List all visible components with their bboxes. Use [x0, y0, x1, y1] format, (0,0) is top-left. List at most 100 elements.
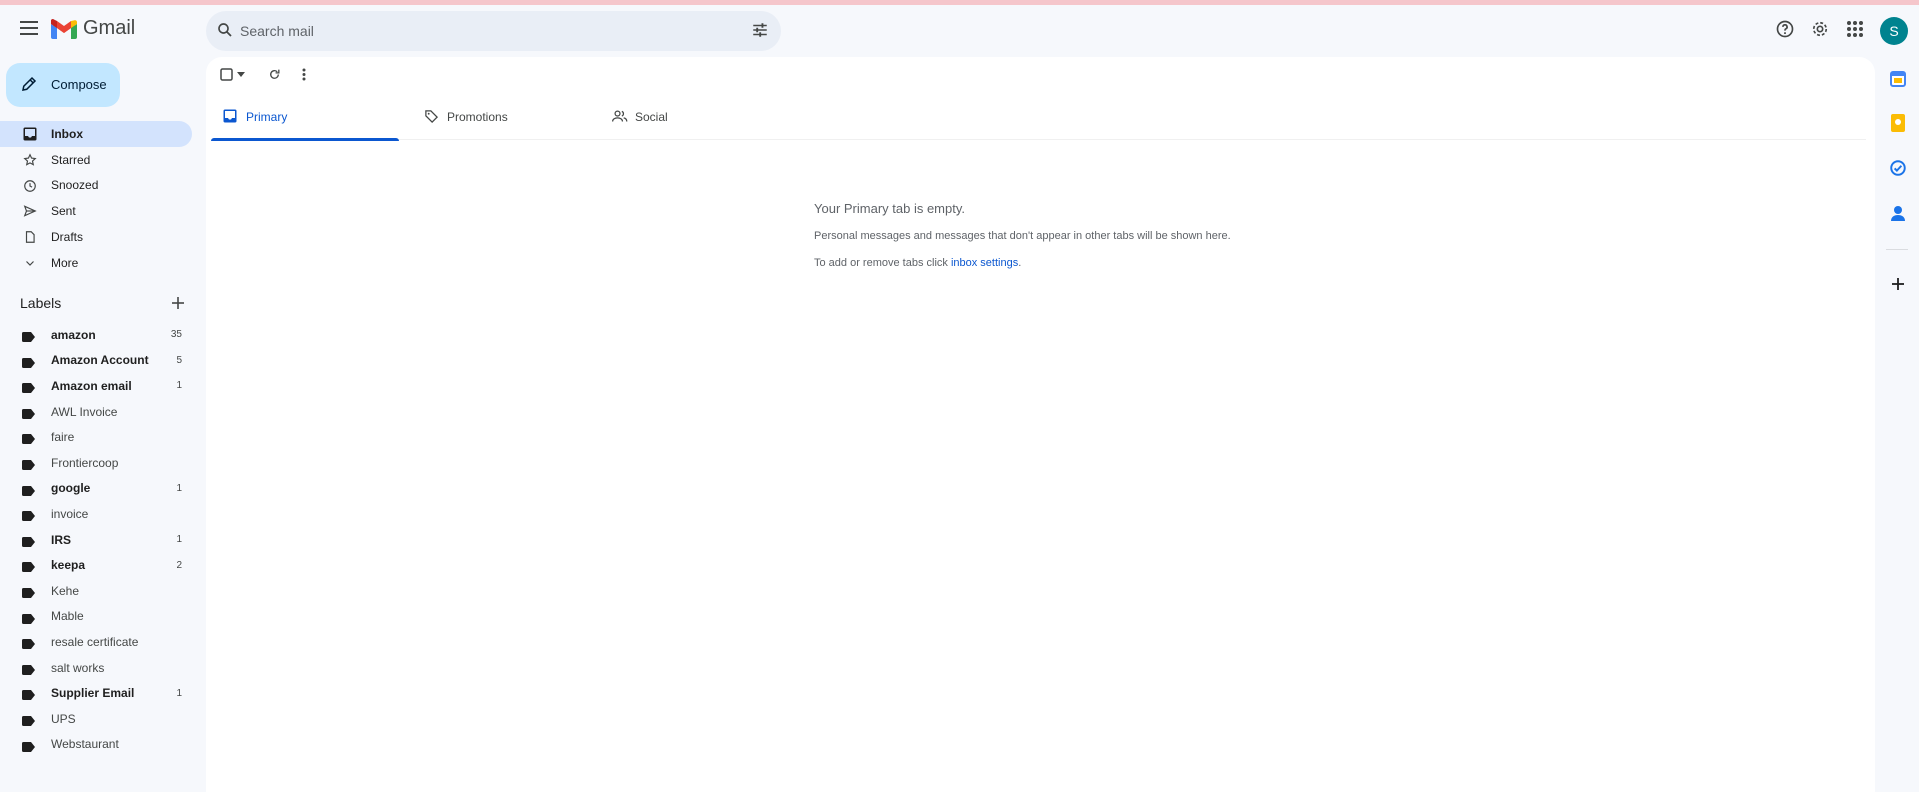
label-name: Amazon Account	[51, 353, 149, 368]
nav-item-drafts[interactable]: Drafts	[0, 224, 192, 250]
empty-state: Your Primary tab is empty. Personal mess…	[814, 201, 1414, 269]
nav-item-label: Inbox	[51, 126, 83, 141]
label-name: Frontiercoop	[51, 455, 119, 470]
nav-item-starred[interactable]: Starred	[0, 147, 192, 173]
gmail-logo[interactable]: Gmail	[51, 17, 135, 40]
draft-icon	[22, 229, 38, 245]
tasks-icon[interactable]	[1888, 158, 1908, 178]
account-avatar[interactable]: S	[1880, 17, 1908, 45]
rail-divider	[1886, 249, 1908, 250]
nav-item-more[interactable]: More	[0, 250, 192, 276]
add-addon-icon[interactable]	[1888, 274, 1908, 294]
nav-item-label: Sent	[51, 204, 76, 219]
label-tag-icon	[22, 483, 35, 499]
label-item[interactable]: Supplier Email 1	[0, 680, 192, 706]
label-item[interactable]: salt works	[0, 655, 192, 681]
empty-state-hint: To add or remove tabs click inbox settin…	[814, 257, 1414, 269]
label-name: IRS	[51, 532, 72, 547]
contacts-icon[interactable]	[1888, 203, 1908, 223]
label-item[interactable]: Mable	[0, 604, 192, 630]
label-tag-icon	[22, 431, 35, 447]
apps-grid-icon[interactable]	[1843, 17, 1867, 41]
chevron-down-icon	[22, 255, 38, 271]
select-all-checkbox[interactable]	[220, 68, 233, 81]
mailbox-nav: Inbox Starred Snoozed Sent Drafts More	[0, 121, 192, 276]
hamburger-menu-icon	[20, 21, 38, 35]
tab-label: Promotions	[447, 110, 508, 124]
tab-label: Social	[635, 110, 668, 124]
label-name: AWL Invoice	[51, 404, 118, 419]
nav-item-sent[interactable]: Sent	[0, 198, 192, 224]
tab-promotions[interactable]: Promotions	[412, 95, 600, 140]
label-item[interactable]: google 1	[0, 476, 192, 502]
label-tag-icon	[22, 559, 35, 575]
label-unread-count: 2	[176, 559, 182, 571]
label-item[interactable]: invoice	[0, 501, 192, 527]
label-tag-icon	[22, 457, 35, 473]
label-tag-icon	[22, 585, 35, 601]
mail-toolbar	[206, 57, 406, 93]
label-tag-icon	[22, 636, 35, 652]
label-item[interactable]: UPS	[0, 706, 192, 732]
tab-social[interactable]: Social	[600, 95, 788, 140]
tab-primary[interactable]: Primary	[211, 95, 399, 141]
settings-gear-icon[interactable]	[1808, 17, 1832, 41]
keep-icon[interactable]	[1888, 113, 1908, 133]
label-tag-icon	[22, 739, 35, 755]
nav-item-snoozed[interactable]: Snoozed	[0, 173, 192, 199]
label-tag-icon	[22, 611, 35, 627]
clock-icon	[22, 178, 38, 194]
star-icon	[22, 152, 38, 168]
gmail-m-icon	[51, 18, 77, 39]
label-item[interactable]: IRS 1	[0, 527, 192, 553]
main-menu-button[interactable]	[14, 13, 44, 43]
label-item[interactable]: AWL Invoice	[0, 399, 192, 425]
search-icon[interactable]	[216, 21, 234, 42]
label-tag-icon	[22, 534, 35, 550]
label-item[interactable]: Amazon Account 5	[0, 348, 192, 374]
label-name: salt works	[51, 660, 105, 675]
label-item[interactable]: Webstaurant	[0, 732, 192, 758]
calendar-icon[interactable]	[1888, 69, 1908, 89]
label-unread-count: 1	[176, 380, 182, 392]
label-item[interactable]: keepa 2	[0, 552, 192, 578]
label-tag-icon	[22, 508, 35, 524]
nav-item-label: More	[51, 255, 79, 270]
label-tag-icon	[22, 662, 35, 678]
label-unread-count: 1	[176, 482, 182, 494]
refresh-icon[interactable]	[268, 68, 281, 81]
search-bar	[206, 11, 781, 51]
label-item[interactable]: Amazon email 1	[0, 373, 192, 399]
label-name: resale certificate	[51, 634, 139, 649]
labels-list: amazon 35 Amazon Account 5 Amazon email 1 AWL …	[0, 322, 192, 757]
label-name: google	[51, 481, 91, 496]
label-item[interactable]: Frontiercoop	[0, 450, 192, 476]
help-icon[interactable]	[1773, 17, 1797, 41]
app-name: Gmail	[83, 17, 136, 39]
label-tag-icon	[22, 329, 35, 345]
add-label-icon[interactable]	[171, 296, 185, 313]
label-item[interactable]: resale certificate	[0, 629, 192, 655]
inbox-icon	[22, 126, 38, 142]
label-name: UPS	[51, 711, 76, 726]
label-unread-count: 1	[176, 687, 182, 699]
nav-item-label: Starred	[51, 152, 91, 167]
empty-state-title: Your Primary tab is empty.	[814, 201, 965, 216]
checkbox-icon	[220, 68, 233, 81]
nav-item-inbox[interactable]: Inbox	[0, 121, 192, 147]
empty-hint-suffix: .	[1018, 257, 1022, 269]
empty-hint-prefix: To add or remove tabs click	[814, 257, 951, 269]
label-item[interactable]: faire	[0, 424, 192, 450]
search-input[interactable]	[240, 11, 720, 51]
compose-button[interactable]: Compose	[6, 63, 120, 107]
label-item[interactable]: amazon 35	[0, 322, 192, 348]
inbox-tab-icon	[223, 109, 237, 126]
search-options-icon[interactable]	[751, 21, 769, 42]
label-tag-icon	[22, 406, 35, 422]
select-menu-caret-icon[interactable]	[237, 72, 245, 77]
label-tag-icon	[22, 380, 35, 396]
label-unread-count: 35	[170, 329, 182, 341]
label-item[interactable]: Kehe	[0, 578, 192, 604]
more-options-icon[interactable]	[302, 68, 306, 81]
inbox-settings-link[interactable]: inbox settings	[951, 257, 1018, 269]
